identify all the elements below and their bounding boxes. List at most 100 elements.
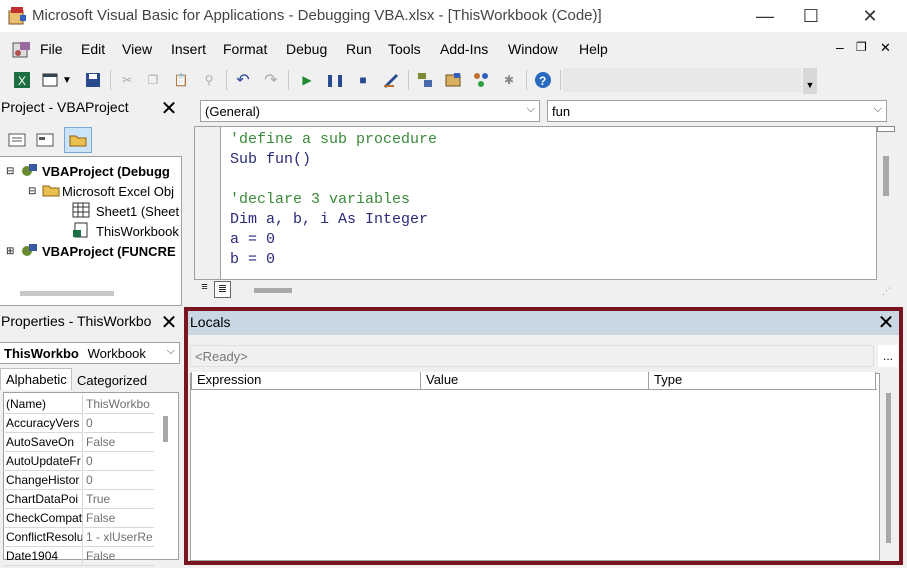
procedure-combo[interactable]: fun ⌵ xyxy=(547,100,887,122)
tree-item-excel-objects[interactable]: ⊟ Microsoft Excel Obj xyxy=(28,181,174,201)
toolbar-options-icon[interactable]: ▼ xyxy=(803,68,817,94)
vba-app-icon[interactable] xyxy=(6,5,28,27)
view-code-icon[interactable] xyxy=(6,129,28,151)
property-name[interactable]: ChangeHistor xyxy=(5,471,83,490)
project-hscroll-thumb[interactable] xyxy=(20,291,114,296)
expand-icon[interactable]: ⊞ xyxy=(6,246,20,257)
reset-icon[interactable]: ■ xyxy=(352,69,374,91)
view-object-icon[interactable] xyxy=(34,129,56,151)
tab-categorized[interactable]: Categorized xyxy=(73,371,153,390)
find-icon[interactable]: ⚲ xyxy=(198,69,220,91)
property-name[interactable]: AccuracyVers xyxy=(5,414,83,433)
excel-view-icon[interactable] xyxy=(10,39,34,61)
menu-format[interactable]: Format xyxy=(223,41,267,57)
menu-help[interactable]: Help xyxy=(579,41,608,57)
property-value[interactable]: 1 - xlUserRe xyxy=(84,528,154,547)
collapse-icon[interactable]: ⊟ xyxy=(28,186,42,197)
property-name[interactable]: AutoUpdateFr xyxy=(5,452,83,471)
menu-view[interactable]: View xyxy=(122,41,152,57)
undo-icon[interactable]: ↶ xyxy=(232,69,254,91)
doc-restore-button[interactable]: ❐ xyxy=(856,40,867,54)
object-combo[interactable]: (General) ⌵ xyxy=(200,100,540,122)
doc-close-button[interactable]: ✕ xyxy=(880,40,891,56)
property-name[interactable]: ConflictResolu xyxy=(5,528,83,547)
code-vscroll[interactable] xyxy=(877,126,895,280)
call-stack-button[interactable]: ... xyxy=(878,345,898,367)
minimize-button[interactable]: — xyxy=(742,0,788,32)
project-explorer-icon[interactable] xyxy=(414,69,436,91)
help-icon[interactable]: ? xyxy=(532,69,554,91)
property-name[interactable]: CheckCompat xyxy=(5,509,83,528)
code-vscroll-thumb[interactable] xyxy=(883,156,889,196)
code-hscroll[interactable]: ≡ ≣ xyxy=(194,280,877,300)
property-value[interactable]: 0 xyxy=(84,471,154,490)
run-icon[interactable]: ▶ xyxy=(296,69,318,91)
code-line[interactable]: b = 0 xyxy=(230,251,275,268)
property-name[interactable]: ChartDataPoi xyxy=(5,490,83,509)
design-mode-icon[interactable] xyxy=(380,69,402,91)
code-line[interactable]: Sub fun() xyxy=(230,151,311,168)
menu-tools[interactable]: Tools xyxy=(388,41,421,57)
property-value[interactable]: 0 xyxy=(84,452,154,471)
code-hscroll-thumb[interactable] xyxy=(254,288,292,293)
property-value[interactable]: False xyxy=(84,547,154,566)
collapse-icon[interactable]: ⊟ xyxy=(6,166,20,177)
property-value[interactable]: False xyxy=(84,509,154,528)
menu-debug[interactable]: Debug xyxy=(286,41,327,57)
menu-run[interactable]: Run xyxy=(346,41,372,57)
column-type[interactable]: Type xyxy=(649,372,876,390)
code-line[interactable]: a = 0 xyxy=(230,231,275,248)
property-name[interactable]: Date1904 xyxy=(5,547,83,566)
split-bar[interactable] xyxy=(877,126,895,132)
toggle-folders-icon[interactable] xyxy=(64,127,92,153)
close-button[interactable]: ✕ xyxy=(847,0,893,32)
property-name[interactable]: (Name) xyxy=(5,395,83,414)
insert-userform-icon[interactable] xyxy=(39,69,61,91)
margin-indicator-bar[interactable] xyxy=(195,127,221,279)
toolbox-icon[interactable]: ✱ xyxy=(498,69,520,91)
menu-add-ins[interactable]: Add-Ins xyxy=(440,41,488,57)
object-browser-icon[interactable] xyxy=(470,69,492,91)
excel-icon[interactable]: X xyxy=(11,69,33,91)
property-value[interactable]: True xyxy=(84,490,154,509)
object-selector[interactable]: ThisWorkbo Workbook ⌵ xyxy=(0,342,180,364)
menu-edit[interactable]: Edit xyxy=(81,41,105,57)
property-name[interactable]: AutoSaveOn xyxy=(5,433,83,452)
properties-window-icon[interactable] xyxy=(442,69,464,91)
properties-vscroll-thumb[interactable] xyxy=(163,416,168,442)
property-value[interactable]: ThisWorkbo xyxy=(84,395,154,414)
property-value[interactable]: 0 xyxy=(84,414,154,433)
tree-item-vbaproject-funcre[interactable]: ⊞ VBAProject (FUNCRE xyxy=(6,241,176,261)
break-icon[interactable]: ❚❚ xyxy=(324,69,346,91)
tree-item-thisworkbook[interactable]: ThisWorkbook xyxy=(72,221,179,241)
menu-window[interactable]: Window xyxy=(508,41,558,57)
procedure-view-icon[interactable]: ≡ xyxy=(196,281,213,298)
locals-close-button[interactable]: ✕ xyxy=(876,313,896,333)
cut-icon[interactable]: ✂ xyxy=(116,69,138,91)
project-panel-close-button[interactable]: ✕ xyxy=(159,99,179,119)
code-line[interactable]: Dim a, b, i As Integer xyxy=(230,211,428,228)
menu-file[interactable]: File xyxy=(40,41,63,57)
save-icon[interactable] xyxy=(82,69,104,91)
column-value[interactable]: Value xyxy=(421,372,649,390)
doc-minimize-button[interactable]: – xyxy=(836,39,844,55)
tab-alphabetic[interactable]: Alphabetic xyxy=(0,368,72,390)
column-expression[interactable]: Expression xyxy=(191,372,421,390)
locals-vscroll[interactable] xyxy=(880,373,896,561)
properties-panel-close-button[interactable]: ✕ xyxy=(159,313,179,333)
redo-icon[interactable]: ↷ xyxy=(260,69,282,91)
locals-vscroll-thumb[interactable] xyxy=(886,393,891,543)
property-value[interactable]: False xyxy=(84,433,154,452)
chevron-down-icon[interactable]: ▼ xyxy=(60,69,74,91)
resize-grip-icon[interactable]: ⋰ xyxy=(882,286,894,298)
code-line[interactable]: 'declare 3 variables xyxy=(230,191,410,208)
code-line[interactable]: 'define a sub procedure xyxy=(230,131,437,148)
copy-icon[interactable]: ❐ xyxy=(142,69,164,91)
paste-icon[interactable]: 📋 xyxy=(170,69,192,91)
maximize-button[interactable]: ☐ xyxy=(788,0,834,32)
tree-item-vbaproject-debugging[interactable]: ⊟ VBAProject (Debugg xyxy=(6,161,170,181)
menu-insert[interactable]: Insert xyxy=(171,41,206,57)
window-title: Microsoft Visual Basic for Applications … xyxy=(32,7,602,24)
full-module-view-icon[interactable]: ≣ xyxy=(214,281,231,298)
tree-item-sheet1[interactable]: Sheet1 (Sheet xyxy=(72,201,179,221)
